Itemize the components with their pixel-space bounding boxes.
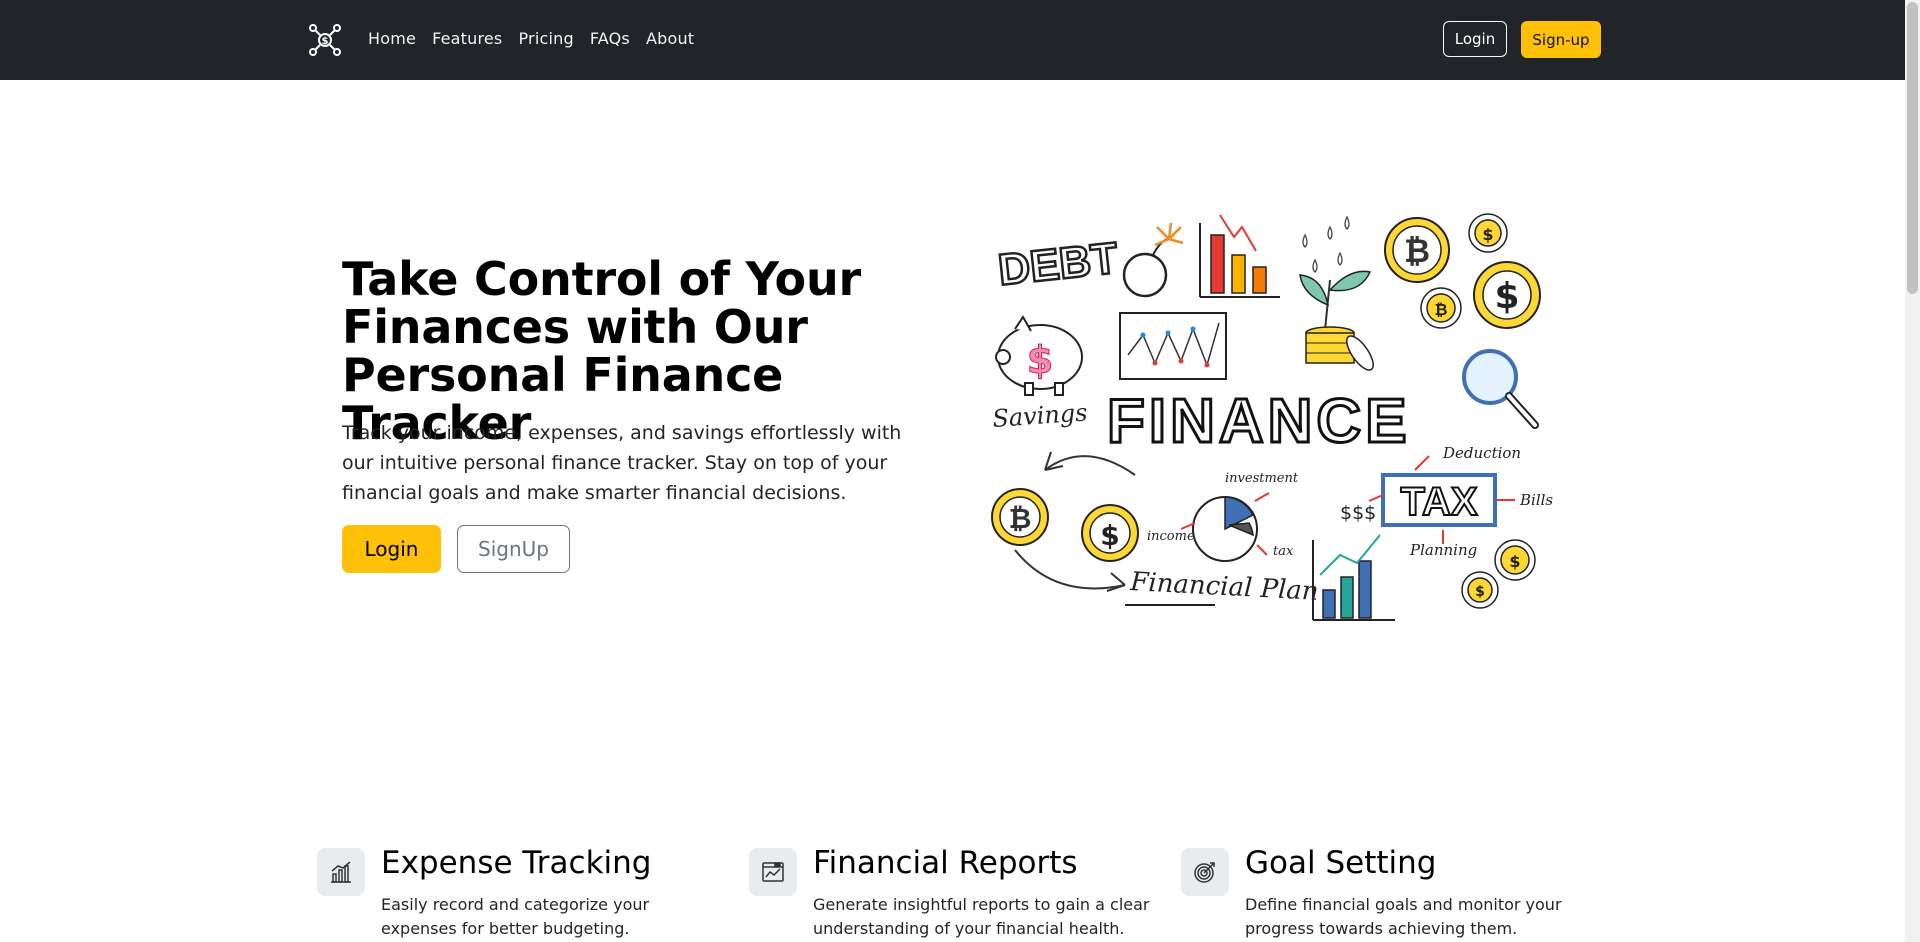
piggy-bank-icon: $ [995, 315, 1083, 396]
svg-text:$: $ [1494, 276, 1519, 317]
stock-chart-icon [1119, 312, 1227, 380]
illustration-investment-text: investment [1225, 471, 1299, 486]
navbar-login-button[interactable]: Login [1443, 21, 1507, 57]
illustration-debt-text: DEBT [996, 234, 1120, 295]
svg-text:$: $ [1027, 338, 1053, 382]
illustration-bills-text: Bills [1519, 491, 1553, 509]
target-icon [1181, 848, 1229, 896]
dollar-coin-bottom-icon: $ [1494, 539, 1536, 581]
svg-text:$: $ [1509, 552, 1520, 571]
svg-text:$: $ [322, 36, 329, 47]
page-scrollbar[interactable] [1905, 0, 1920, 942]
illustration-savings-text: Savings [991, 398, 1088, 433]
hero-description: Track your income, expenses, and savings… [342, 422, 902, 504]
svg-text:$: $ [1475, 584, 1485, 600]
feature-description: Generate insightful reports to gain a cl… [813, 895, 1150, 938]
nav-link-pricing[interactable]: Pricing [518, 29, 573, 48]
illustration-financial-plan-text: Financial Plan [1129, 567, 1320, 607]
bomb-icon [1122, 222, 1184, 298]
logo-icon[interactable]: $ [307, 22, 343, 58]
magnifier-icon [1462, 349, 1539, 429]
hero-login-button[interactable]: Login [342, 525, 441, 573]
report-icon [749, 848, 797, 896]
svg-text:₿: ₿ [1434, 300, 1447, 319]
dollar-coin-icon: $ [1468, 213, 1508, 253]
svg-text:₿: ₿ [1404, 232, 1430, 270]
pie-chart-icon [1192, 496, 1258, 562]
feature-description: Define financial goals and monitor your … [1245, 895, 1562, 938]
nav-link-about[interactable]: About [646, 29, 694, 48]
scrollbar-thumb[interactable] [1907, 2, 1918, 294]
dollar-coin-large-icon: $ [1473, 261, 1541, 329]
feature-description: Easily record and categorize your expens… [381, 895, 650, 938]
growth-chart-icon [1312, 534, 1395, 621]
illustration-tax-small-text: tax [1273, 544, 1294, 559]
illustration-dollars-text: $$$ [1340, 502, 1376, 524]
bitcoin-coin-icon: ₿ [1384, 217, 1450, 283]
svg-text:$: $ [1482, 225, 1493, 244]
bar-chart-icon [317, 848, 365, 896]
dollar-coin-left-icon: $ [1081, 504, 1139, 562]
hero-signup-button[interactable]: SignUp [457, 525, 570, 573]
navbar: $ Home Features Pricing FAQs About Login… [0, 0, 1905, 80]
navbar-signup-button[interactable]: Sign-up [1521, 21, 1601, 58]
illustration-tax-text: TAX [1400, 480, 1477, 524]
feature-title: Financial Reports [813, 845, 1078, 881]
plant-coins-icon [1299, 215, 1374, 371]
illustration-finance-text: FINANCE [1107, 387, 1411, 456]
dollar-coin-bottom-small-icon: $ [1461, 571, 1499, 609]
page: $ Home Features Pricing FAQs About Login… [0, 0, 1920, 942]
nav-link-home[interactable]: Home [368, 29, 416, 48]
nav-link-features[interactable]: Features [432, 29, 502, 48]
illustration-deduction-text: Deduction [1442, 444, 1521, 462]
nav-links: Home Features Pricing FAQs About [368, 29, 694, 48]
bitcoin-coin-small-icon: ₿ [1420, 287, 1462, 329]
feature-title: Goal Setting [1245, 845, 1437, 881]
svg-text:$: $ [1100, 519, 1119, 552]
illustration-income-text: income [1147, 529, 1195, 544]
feature-title: Expense Tracking [381, 845, 652, 881]
bitcoin-coin-left-icon: ₿ [991, 488, 1049, 546]
nav-link-faqs[interactable]: FAQs [590, 29, 630, 48]
svg-text:₿: ₿ [1009, 502, 1032, 535]
finance-illustration: DEBT ₿ $ $ ₿ $ Savings FINANCE ₿ $ inves… [991, 213, 1553, 621]
bar-chart-icon [1199, 214, 1280, 298]
